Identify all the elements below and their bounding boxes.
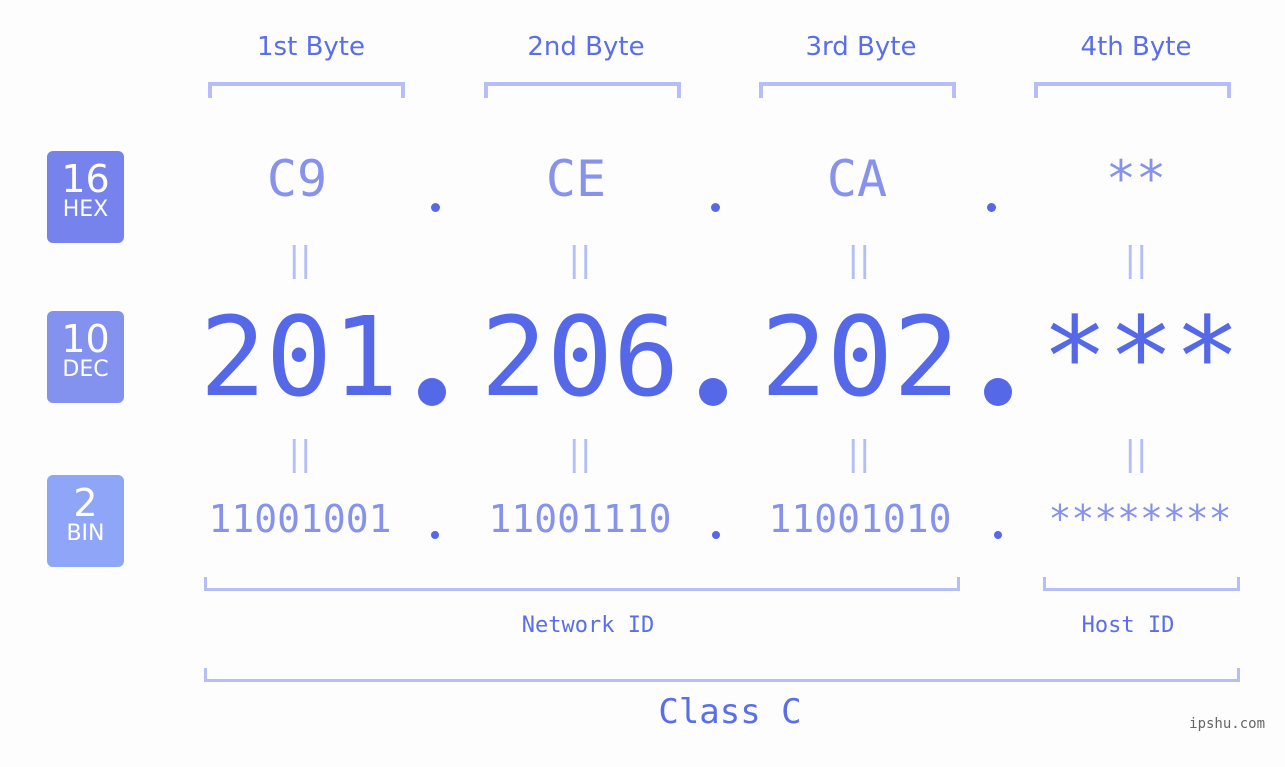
byte-bracket-4: [1034, 82, 1231, 98]
bin-badge-number: 2: [73, 481, 98, 525]
bin-badge: 2 BIN: [47, 475, 124, 567]
byte-header-2: 2nd Byte: [527, 32, 645, 62]
bin-byte-2: 11001110: [488, 497, 672, 541]
dec-byte-3: 202: [760, 293, 960, 421]
dec-badge-label: DEC: [62, 357, 109, 382]
host-id-bracket: [1043, 577, 1240, 591]
hex-byte-1: C9: [266, 150, 328, 208]
watermark: ipshu.com: [1189, 716, 1265, 732]
dec-separator-3: [984, 378, 1012, 406]
bin-byte-1: 11001001: [208, 497, 392, 541]
hex-byte-3: CA: [826, 150, 888, 208]
host-id-label: Host ID: [1081, 613, 1175, 638]
equals-sign: ||: [288, 434, 312, 474]
byte-bracket-3: [759, 82, 956, 98]
dec-byte-2: 206: [480, 293, 680, 421]
byte-header-3: 3rd Byte: [805, 32, 917, 62]
dec-byte-4: ***: [1041, 293, 1241, 421]
equals-sign: ||: [288, 240, 312, 280]
hex-badge-number: 16: [61, 157, 110, 201]
bin-separator-2: [712, 531, 720, 539]
equals-sign: ||: [847, 434, 871, 474]
class-label: Class C: [658, 692, 802, 732]
byte-header-4: 4th Byte: [1080, 32, 1192, 62]
class-bracket: [204, 668, 1240, 682]
network-id-bracket: [204, 577, 960, 591]
hex-separator-3: [987, 203, 996, 212]
equals-sign: ||: [1124, 434, 1148, 474]
dec-separator-2: [699, 378, 727, 406]
dec-badge: 10 DEC: [47, 311, 124, 403]
hex-separator-2: [711, 203, 720, 212]
equals-sign: ||: [568, 434, 592, 474]
hex-byte-4: **: [1105, 150, 1167, 208]
network-id-label: Network ID: [521, 613, 655, 638]
bin-separator-1: [431, 531, 439, 539]
hex-badge: 16 HEX: [47, 151, 124, 243]
bin-byte-3: 11001010: [768, 497, 952, 541]
equals-sign: ||: [847, 240, 871, 280]
bin-badge-label: BIN: [66, 521, 105, 546]
dec-separator-1: [418, 378, 446, 406]
equals-sign: ||: [568, 240, 592, 280]
dec-byte-1: 201: [199, 293, 399, 421]
bin-separator-3: [994, 531, 1002, 539]
hex-separator-1: [431, 203, 440, 212]
equals-sign: ||: [1124, 240, 1148, 280]
hex-badge-label: HEX: [62, 197, 109, 222]
byte-bracket-2: [484, 82, 681, 98]
byte-bracket-1: [208, 82, 405, 98]
bin-byte-4: ********: [1048, 497, 1232, 541]
dec-badge-number: 10: [61, 317, 110, 361]
hex-byte-2: CE: [545, 150, 607, 208]
byte-header-1: 1st Byte: [257, 32, 365, 62]
